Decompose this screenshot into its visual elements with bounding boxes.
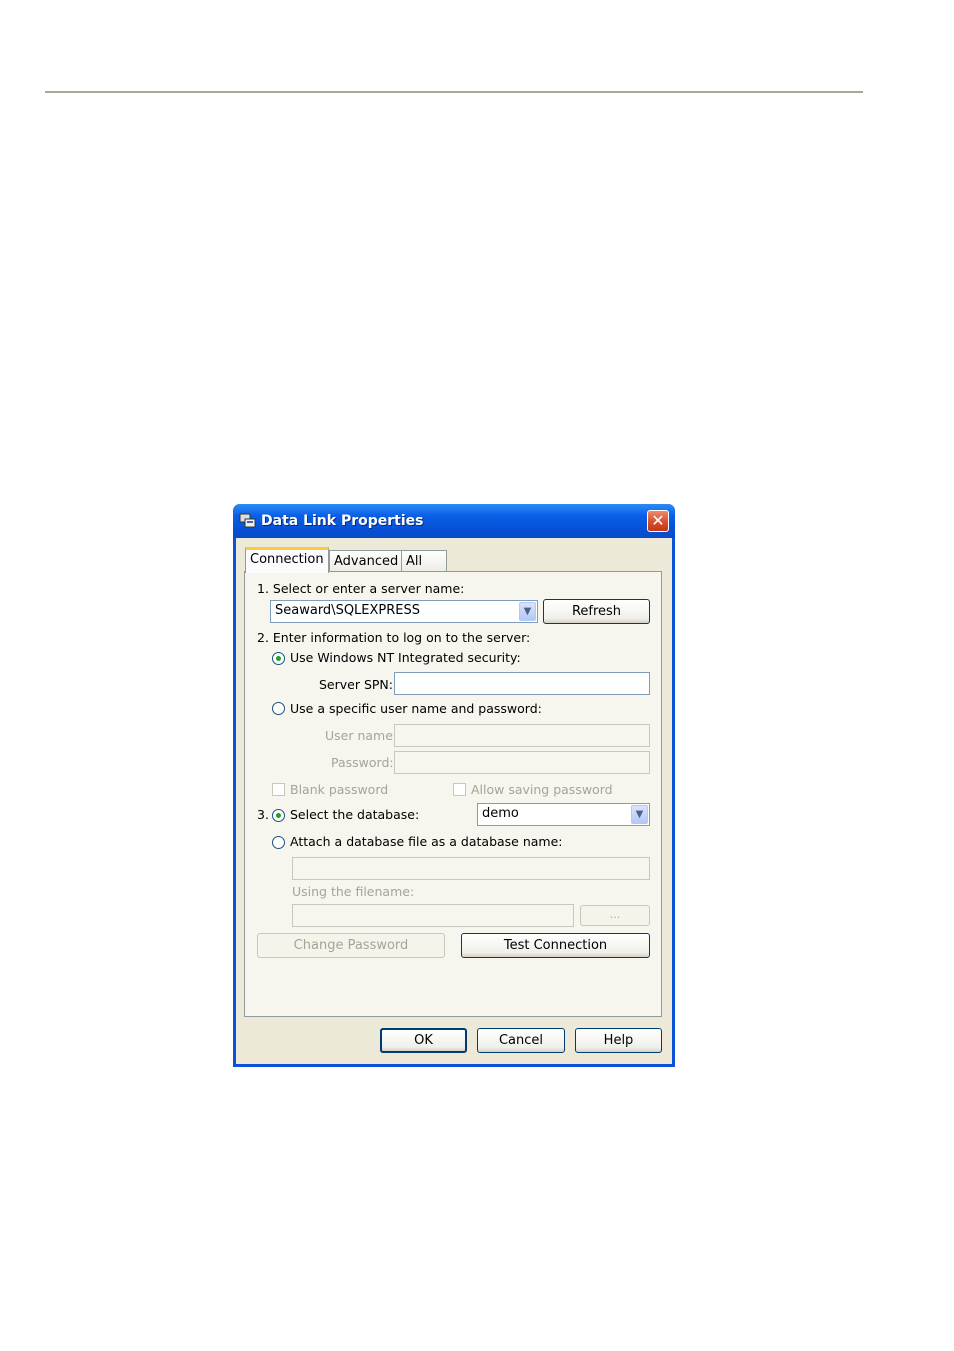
chevron-down-icon[interactable]: ▼ — [631, 805, 648, 824]
password-label: Password: — [331, 755, 394, 770]
database-combo[interactable]: demo ▼ — [477, 803, 650, 826]
attach-database-name-input[interactable] — [292, 857, 650, 880]
tab-advanced[interactable]: Advanced — [329, 550, 404, 572]
close-button[interactable]: ✕ — [647, 510, 669, 532]
cancel-button[interactable]: Cancel — [477, 1028, 565, 1053]
dialog-title: Data Link Properties — [261, 513, 424, 529]
attach-database-radio[interactable] — [272, 836, 285, 849]
data-link-properties-dialog: Data Link Properties ✕ Connection Advanc… — [233, 504, 675, 1067]
browse-button[interactable]: ... — [580, 905, 650, 926]
radio-selected-dot — [276, 656, 281, 661]
change-password-button[interactable]: Change Password — [257, 933, 445, 958]
test-connection-button[interactable]: Test Connection — [461, 933, 650, 958]
tab-all[interactable]: All — [401, 550, 447, 572]
connection-panel: 1. Select or enter a server name: Seawar… — [244, 571, 662, 1017]
server-name-combo[interactable]: Seaward\SQLEXPRESS ▼ — [270, 600, 538, 623]
close-icon: ✕ — [651, 511, 665, 530]
specific-user-radio[interactable] — [272, 702, 285, 715]
server-spn-label: Server SPN: — [319, 677, 393, 692]
user-name-label: User name: — [325, 728, 398, 743]
user-name-input[interactable] — [394, 724, 650, 747]
windows-nt-label: Use Windows NT Integrated security: — [290, 650, 521, 665]
allow-saving-label: Allow saving password — [471, 782, 613, 797]
server-spn-input[interactable] — [394, 672, 650, 695]
page-rule — [45, 91, 863, 93]
windows-nt-radio[interactable] — [272, 652, 285, 665]
chevron-down-icon[interactable]: ▼ — [519, 602, 536, 621]
database-value: demo — [482, 806, 519, 821]
title-bar[interactable]: Data Link Properties ✕ — [233, 504, 675, 538]
dialog-client-area: Connection Advanced All 1. Select or ent… — [236, 538, 672, 1064]
radio-selected-dot — [276, 813, 281, 818]
specific-user-label: Use a specific user name and password: — [290, 701, 542, 716]
filename-input[interactable] — [292, 904, 574, 927]
filename-label: Using the filename: — [292, 884, 415, 899]
select-database-radio[interactable] — [272, 809, 285, 822]
password-input[interactable] — [394, 751, 650, 774]
blank-password-label: Blank password — [290, 782, 389, 797]
tab-connection[interactable]: Connection — [245, 547, 329, 573]
step2-label: 2. Enter information to log on to the se… — [257, 630, 531, 645]
refresh-button[interactable]: Refresh — [543, 599, 650, 624]
help-button[interactable]: Help — [575, 1028, 662, 1053]
blank-password-checkbox[interactable] — [272, 783, 285, 796]
server-name-value: Seaward\SQLEXPRESS — [275, 603, 420, 618]
step3-number: 3. — [257, 807, 269, 822]
allow-saving-checkbox[interactable] — [453, 783, 466, 796]
data-link-icon — [239, 513, 256, 528]
select-database-label: Select the database: — [290, 807, 420, 822]
ok-button[interactable]: OK — [380, 1028, 467, 1053]
attach-database-label: Attach a database file as a database nam… — [290, 834, 563, 849]
step1-label: 1. Select or enter a server name: — [257, 581, 465, 596]
